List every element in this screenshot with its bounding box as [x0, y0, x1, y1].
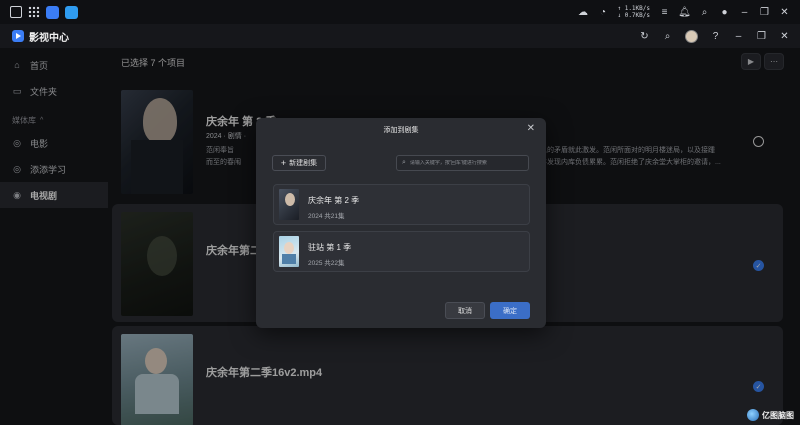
dialog-title: 添加到剧集 [383, 127, 419, 134]
add-to-series-dialog: 添加到剧集 ✕ + 新建剧集 ⌕ 庆余年 第 2 季 2024 共21集 驻站 … [256, 118, 546, 328]
media-app-icon[interactable] [46, 5, 59, 19]
speed-icon[interactable]: ◔ [597, 7, 608, 18]
close-icon[interactable]: ✕ [527, 123, 535, 134]
app-brand: 影视中心 [0, 29, 69, 44]
minimize-icon[interactable]: – [733, 31, 744, 42]
refresh-icon[interactable]: ↻ [639, 31, 650, 42]
task-app-icon[interactable] [65, 5, 78, 19]
app-title: 影视中心 [29, 32, 69, 44]
close-icon[interactable]: ✕ [779, 7, 790, 18]
user-icon[interactable]: ● [719, 7, 730, 18]
desktop-icon[interactable] [10, 6, 22, 18]
search-icon[interactable]: ⌕ [662, 31, 673, 42]
confirm-button[interactable]: 确定 [490, 302, 530, 319]
minimize-icon[interactable]: – [739, 7, 750, 18]
close-icon[interactable]: ✕ [779, 31, 790, 42]
search-icon: ⌕ [402, 159, 406, 166]
avatar[interactable] [685, 29, 698, 43]
app-grid-icon[interactable] [28, 6, 40, 18]
plus-icon: + [280, 158, 287, 168]
cloud-icon[interactable]: ☁ [577, 7, 588, 18]
watermark: 亿图脑图 [747, 409, 794, 421]
list-icon[interactable]: ≡ [659, 7, 670, 18]
restore-icon[interactable]: ❐ [756, 31, 767, 42]
search-icon[interactable]: ⌕ [699, 7, 710, 18]
cancel-button[interactable]: 取消 [445, 302, 485, 319]
new-series-button[interactable]: + 新建剧集 [272, 155, 326, 171]
app-header: 影视中心 ↻ ⌕ ? – ❐ ✕ [0, 24, 800, 48]
search-field[interactable]: ⌕ [396, 155, 529, 171]
restore-icon[interactable]: ❐ [759, 7, 770, 18]
network-speed: ↑ 1.1KB/s ↓ 0.7KB/s [617, 5, 650, 19]
series-meta: 2025 共22集 [308, 260, 345, 267]
media-center-icon [12, 30, 24, 42]
series-thumbnail [279, 236, 299, 267]
series-item[interactable]: 驻站 第 1 季 2025 共22集 [273, 231, 530, 272]
series-thumbnail [279, 189, 299, 220]
search-input[interactable] [409, 160, 525, 166]
series-name: 驻站 第 1 季 [308, 243, 352, 252]
help-icon[interactable]: ? [710, 31, 721, 42]
series-meta: 2024 共21集 [308, 213, 345, 220]
watermark-logo-icon [747, 409, 759, 421]
bell-icon[interactable]: 🔔︎ [678, 7, 691, 18]
series-item[interactable]: 庆余年 第 2 季 2024 共21集 [273, 184, 530, 225]
system-bar: ☁ ◔ ↑ 1.1KB/s ↓ 0.7KB/s ≡ 🔔︎ ⌕ ● – ❐ ✕ [0, 0, 800, 24]
series-name: 庆余年 第 2 季 [308, 196, 360, 205]
